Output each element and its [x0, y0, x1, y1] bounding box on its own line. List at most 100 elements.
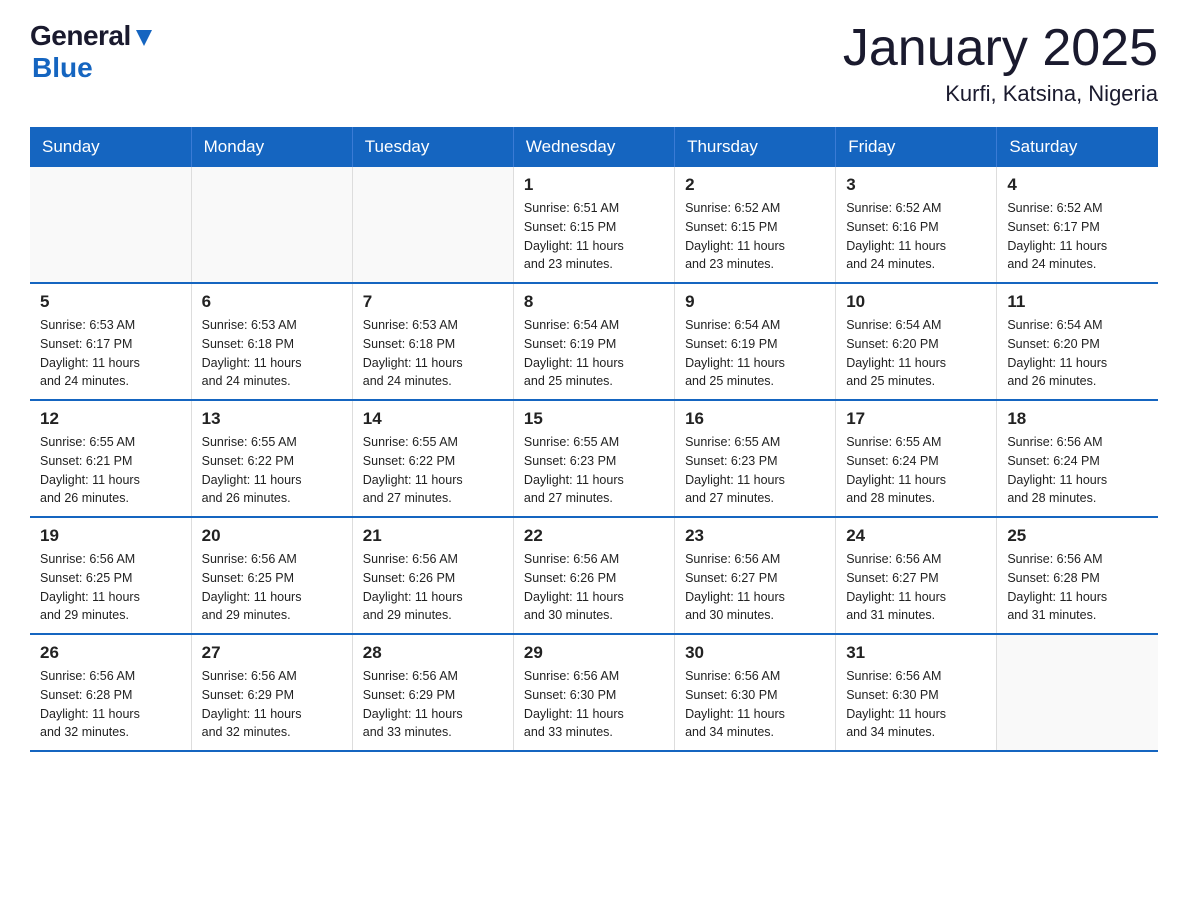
calendar-cell: 20Sunrise: 6:56 AM Sunset: 6:25 PM Dayli… — [191, 517, 352, 634]
calendar-header-row: SundayMondayTuesdayWednesdayThursdayFrid… — [30, 127, 1158, 167]
day-info: Sunrise: 6:56 AM Sunset: 6:30 PM Dayligh… — [846, 667, 986, 742]
day-info: Sunrise: 6:53 AM Sunset: 6:18 PM Dayligh… — [202, 316, 342, 391]
calendar-cell: 12 Sunrise: 6:55 AM Sunset: 6:21 PM Dayli… — [30, 400, 191, 517]
calendar-week-row: 12 Sunrise: 6:55 AM Sunset: 6:21 PM Dayli… — [30, 400, 1158, 517]
day-number: 12 — [40, 409, 181, 429]
calendar-cell: 25Sunrise: 6:56 AM Sunset: 6:28 PM Dayli… — [997, 517, 1158, 634]
day-number: 10 — [846, 292, 986, 312]
day-number: 4 — [1007, 175, 1148, 195]
day-number: 28 — [363, 643, 503, 663]
day-info: Sunrise: 6:56 AM Sunset: 6:28 PM Dayligh… — [40, 667, 181, 742]
calendar-table: SundayMondayTuesdayWednesdayThursdayFrid… — [30, 127, 1158, 752]
day-number: 9 — [685, 292, 825, 312]
calendar-cell: 23Sunrise: 6:56 AM Sunset: 6:27 PM Dayli… — [675, 517, 836, 634]
calendar-cell: 19 Sunrise: 6:56 AM Sunset: 6:25 PM Dayli… — [30, 517, 191, 634]
calendar-cell: 2 Sunrise: 6:52 AM Sunset: 6:15 PM Daylig… — [675, 167, 836, 283]
day-number: 6 — [202, 292, 342, 312]
day-info: Sunrise: 6:52 AM Sunset: 6:16 PM Dayligh… — [846, 199, 986, 274]
calendar-cell: 22Sunrise: 6:56 AM Sunset: 6:26 PM Dayli… — [513, 517, 674, 634]
day-info: Sunrise: 6:56 AM Sunset: 6:25 PM Dayligh… — [40, 550, 181, 625]
day-number: 8 — [524, 292, 664, 312]
day-info: Sunrise: 6:55 AM Sunset: 6:23 PM Dayligh… — [685, 433, 825, 508]
day-info: Sunrise: 6:52 AM Sunset: 6:15 PM Dayligh… — [685, 199, 825, 274]
day-info: Sunrise: 6:56 AM Sunset: 6:29 PM Dayligh… — [202, 667, 342, 742]
calendar-cell: 3 Sunrise: 6:52 AM Sunset: 6:16 PM Daylig… — [836, 167, 997, 283]
day-number: 2 — [685, 175, 825, 195]
day-number: 21 — [363, 526, 503, 546]
calendar-cell: 27 Sunrise: 6:56 AM Sunset: 6:29 PM Dayli… — [191, 634, 352, 751]
column-header-friday: Friday — [836, 127, 997, 167]
calendar-cell: 31 Sunrise: 6:56 AM Sunset: 6:30 PM Dayli… — [836, 634, 997, 751]
page-header: General Blue January 2025 Kurfi, Katsina… — [30, 20, 1158, 107]
day-info: Sunrise: 6:53 AM Sunset: 6:18 PM Dayligh… — [363, 316, 503, 391]
calendar-cell: 21 Sunrise: 6:56 AM Sunset: 6:26 PM Dayli… — [352, 517, 513, 634]
calendar-week-row: 19 Sunrise: 6:56 AM Sunset: 6:25 PM Dayli… — [30, 517, 1158, 634]
column-header-wednesday: Wednesday — [513, 127, 674, 167]
column-header-thursday: Thursday — [675, 127, 836, 167]
day-number: 5 — [40, 292, 181, 312]
day-info: Sunrise: 6:56 AM Sunset: 6:26 PM Dayligh… — [363, 550, 503, 625]
calendar-cell — [30, 167, 191, 283]
day-info: Sunrise: 6:52 AM Sunset: 6:17 PM Dayligh… — [1007, 199, 1148, 274]
day-info: Sunrise: 6:55 AM Sunset: 6:24 PM Dayligh… — [846, 433, 986, 508]
day-info: Sunrise: 6:56 AM Sunset: 6:27 PM Dayligh… — [846, 550, 986, 625]
calendar-cell: 16 Sunrise: 6:55 AM Sunset: 6:23 PM Dayli… — [675, 400, 836, 517]
day-info: Sunrise: 6:55 AM Sunset: 6:23 PM Dayligh… — [524, 433, 664, 508]
day-number: 14 — [363, 409, 503, 429]
day-number: 11 — [1007, 292, 1148, 312]
day-number: 16 — [685, 409, 825, 429]
title-block: January 2025 Kurfi, Katsina, Nigeria — [843, 20, 1158, 107]
day-number: 22 — [524, 526, 664, 546]
day-info: Sunrise: 6:56 AM Sunset: 6:25 PM Dayligh… — [202, 550, 342, 625]
day-info: Sunrise: 6:55 AM Sunset: 6:21 PM Dayligh… — [40, 433, 181, 508]
day-number: 15 — [524, 409, 664, 429]
calendar-cell: 11Sunrise: 6:54 AM Sunset: 6:20 PM Dayli… — [997, 283, 1158, 400]
column-header-tuesday: Tuesday — [352, 127, 513, 167]
calendar-cell: 9Sunrise: 6:54 AM Sunset: 6:19 PM Daylig… — [675, 283, 836, 400]
day-number: 13 — [202, 409, 342, 429]
calendar-title: January 2025 — [843, 20, 1158, 77]
column-header-sunday: Sunday — [30, 127, 191, 167]
calendar-cell: 5 Sunrise: 6:53 AM Sunset: 6:17 PM Daylig… — [30, 283, 191, 400]
calendar-cell: 10Sunrise: 6:54 AM Sunset: 6:20 PM Dayli… — [836, 283, 997, 400]
day-number: 19 — [40, 526, 181, 546]
day-number: 31 — [846, 643, 986, 663]
calendar-cell — [997, 634, 1158, 751]
calendar-cell: 6 Sunrise: 6:53 AM Sunset: 6:18 PM Daylig… — [191, 283, 352, 400]
day-number: 25 — [1007, 526, 1148, 546]
day-info: Sunrise: 6:53 AM Sunset: 6:17 PM Dayligh… — [40, 316, 181, 391]
day-number: 30 — [685, 643, 825, 663]
calendar-week-row: 26 Sunrise: 6:56 AM Sunset: 6:28 PM Dayli… — [30, 634, 1158, 751]
calendar-cell: 17Sunrise: 6:55 AM Sunset: 6:24 PM Dayli… — [836, 400, 997, 517]
day-info: Sunrise: 6:56 AM Sunset: 6:29 PM Dayligh… — [363, 667, 503, 742]
day-info: Sunrise: 6:56 AM Sunset: 6:30 PM Dayligh… — [524, 667, 664, 742]
calendar-cell: 7 Sunrise: 6:53 AM Sunset: 6:18 PM Daylig… — [352, 283, 513, 400]
column-header-monday: Monday — [191, 127, 352, 167]
logo-general-text: General — [30, 20, 131, 52]
calendar-cell: 28 Sunrise: 6:56 AM Sunset: 6:29 PM Dayli… — [352, 634, 513, 751]
calendar-cell — [191, 167, 352, 283]
day-number: 1 — [524, 175, 664, 195]
calendar-cell: 24 Sunrise: 6:56 AM Sunset: 6:27 PM Dayli… — [836, 517, 997, 634]
day-number: 18 — [1007, 409, 1148, 429]
calendar-cell: 26 Sunrise: 6:56 AM Sunset: 6:28 PM Dayli… — [30, 634, 191, 751]
day-number: 27 — [202, 643, 342, 663]
calendar-cell: 4 Sunrise: 6:52 AM Sunset: 6:17 PM Daylig… — [997, 167, 1158, 283]
day-info: Sunrise: 6:56 AM Sunset: 6:24 PM Dayligh… — [1007, 433, 1148, 508]
calendar-week-row: 5 Sunrise: 6:53 AM Sunset: 6:17 PM Daylig… — [30, 283, 1158, 400]
day-info: Sunrise: 6:54 AM Sunset: 6:19 PM Dayligh… — [524, 316, 664, 391]
day-info: Sunrise: 6:55 AM Sunset: 6:22 PM Dayligh… — [202, 433, 342, 508]
day-number: 23 — [685, 526, 825, 546]
day-info: Sunrise: 6:56 AM Sunset: 6:30 PM Dayligh… — [685, 667, 825, 742]
day-number: 24 — [846, 526, 986, 546]
calendar-cell: 15 Sunrise: 6:55 AM Sunset: 6:23 PM Dayli… — [513, 400, 674, 517]
calendar-cell: 1Sunrise: 6:51 AM Sunset: 6:15 PM Daylig… — [513, 167, 674, 283]
day-info: Sunrise: 6:55 AM Sunset: 6:22 PM Dayligh… — [363, 433, 503, 508]
calendar-cell: 8 Sunrise: 6:54 AM Sunset: 6:19 PM Daylig… — [513, 283, 674, 400]
day-number: 7 — [363, 292, 503, 312]
calendar-cell: 14 Sunrise: 6:55 AM Sunset: 6:22 PM Dayli… — [352, 400, 513, 517]
calendar-cell: 13 Sunrise: 6:55 AM Sunset: 6:22 PM Dayli… — [191, 400, 352, 517]
logo-triangle-icon — [133, 26, 155, 48]
day-number: 3 — [846, 175, 986, 195]
day-number: 26 — [40, 643, 181, 663]
